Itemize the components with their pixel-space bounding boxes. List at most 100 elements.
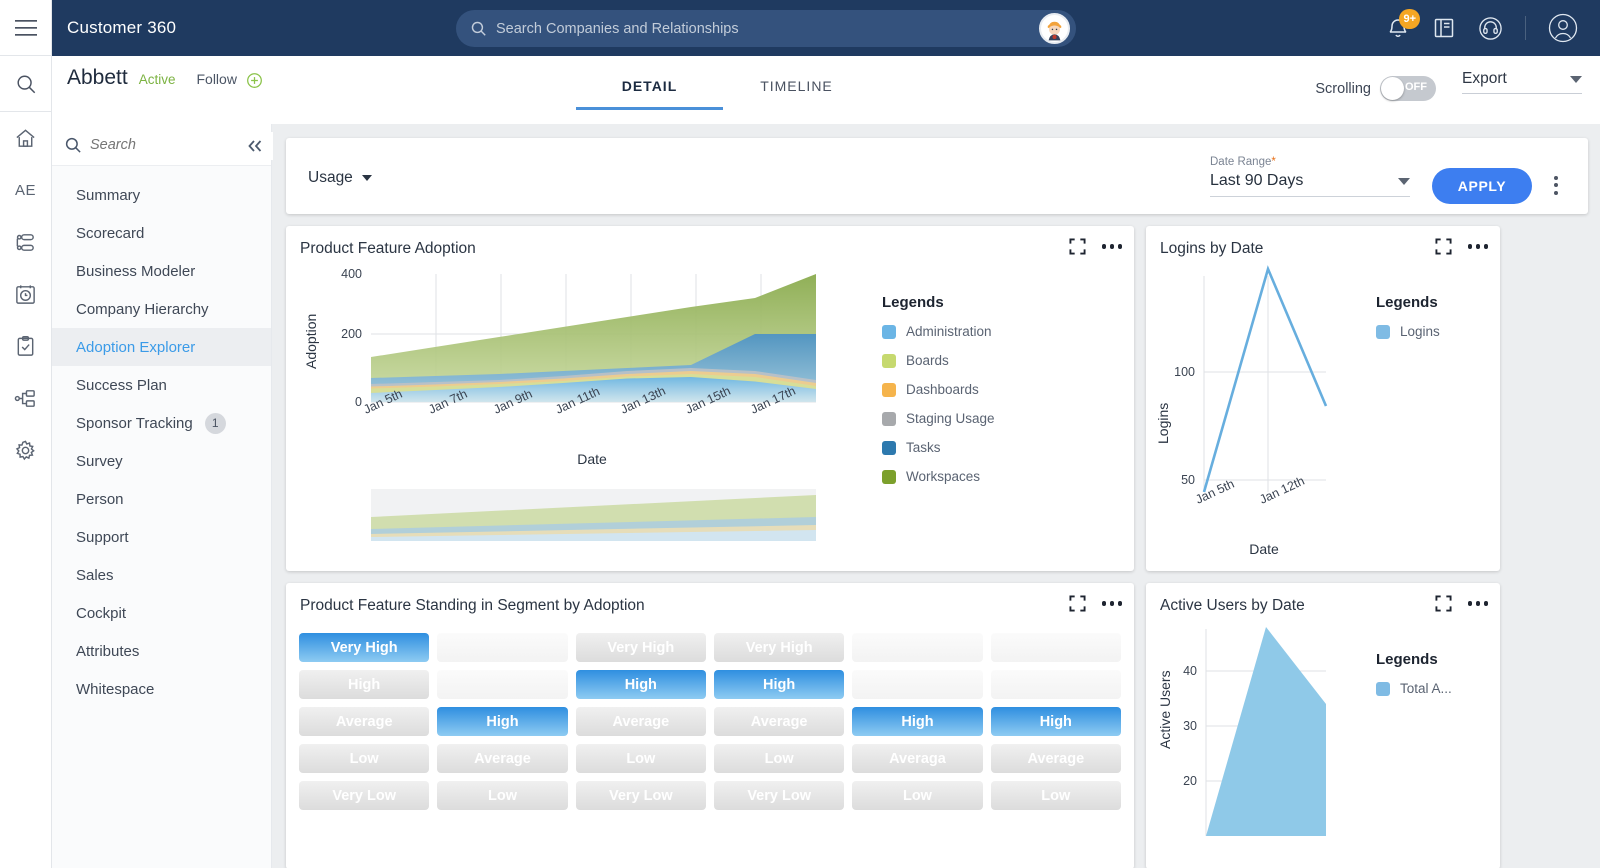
rail-item-sliders[interactable] <box>0 216 51 268</box>
apply-button[interactable]: APPLY <box>1432 168 1532 204</box>
heatmap-cell[interactable]: Average <box>991 744 1121 773</box>
heatmap-cell[interactable]: Average <box>576 707 706 736</box>
headset-icon <box>1478 16 1503 41</box>
sidebar-item-sponsor-tracking[interactable]: Sponsor Tracking 1 <box>52 404 271 442</box>
knowledge-base-button[interactable] <box>1432 16 1456 40</box>
sidebar-item-scorecard[interactable]: Scorecard <box>52 214 271 252</box>
chevron-down-icon <box>1570 76 1582 83</box>
sidebar-item-business-modeler[interactable]: Business Modeler <box>52 252 271 290</box>
heatmap-cell[interactable]: Low <box>991 781 1121 810</box>
legend-item-tasks[interactable]: Tasks <box>882 440 995 455</box>
card-more-menu[interactable] <box>1102 601 1123 606</box>
heatmap-x-label <box>991 814 1121 828</box>
rail-item-ae[interactable]: AE <box>0 164 51 216</box>
heatmap-cell[interactable]: Very Low <box>299 781 429 810</box>
legend-swatch <box>882 383 896 397</box>
hamburger-menu-button[interactable] <box>0 0 51 56</box>
legend-item-administration[interactable]: Administration <box>882 324 995 339</box>
rail-item-hierarchy[interactable] <box>0 372 51 424</box>
sidebar-search[interactable] <box>52 124 271 166</box>
heatmap-cell[interactable]: Very Low <box>714 781 844 810</box>
filter-bar-more-menu[interactable] <box>1546 170 1566 200</box>
tab-timeline[interactable]: TIMELINE <box>723 78 870 110</box>
legend-item-dashboards[interactable]: Dashboards <box>882 382 995 397</box>
heatmap-x-label <box>576 814 706 828</box>
heatmap-cell[interactable]: High <box>299 670 429 699</box>
sidebar-item-adoption-explorer[interactable]: Adoption Explorer <box>52 328 271 366</box>
date-range-label-text: Date Range <box>1210 156 1271 168</box>
x-axis-label: Date <box>1249 541 1279 557</box>
expand-icon[interactable] <box>1069 595 1086 612</box>
search-assistant-avatar[interactable] <box>1039 13 1070 44</box>
heatmap-cell[interactable]: Low <box>576 744 706 773</box>
heatmap-cell[interactable]: High <box>991 707 1121 736</box>
expand-icon[interactable] <box>1435 595 1452 612</box>
collapse-sidebar-button[interactable] <box>237 132 273 160</box>
legend-item-workspaces[interactable]: Workspaces <box>882 469 995 484</box>
notifications-button[interactable]: 9+ <box>1386 16 1410 40</box>
follow-label: Follow <box>196 71 236 87</box>
sidebar-search-input[interactable] <box>90 137 220 153</box>
sidebar-item-whitespace[interactable]: Whitespace <box>52 670 271 708</box>
heatmap-cell[interactable]: High <box>576 670 706 699</box>
card-title: Product Feature Standing in Segment by A… <box>300 597 645 614</box>
heatmap-cell[interactable]: Averaga <box>852 744 982 773</box>
gear-icon <box>14 439 37 462</box>
sidebar-item-success-plan[interactable]: Success Plan <box>52 366 271 404</box>
rail-item-settings[interactable] <box>0 424 51 476</box>
rail-item-tasks[interactable] <box>0 320 51 372</box>
heatmap-cell[interactable]: High <box>437 707 567 736</box>
sidebar-item-summary[interactable]: Summary <box>52 176 271 214</box>
card-more-menu[interactable] <box>1468 244 1489 249</box>
heatmap-cell[interactable]: High <box>714 670 844 699</box>
sidebar-item-cockpit[interactable]: Cockpit <box>52 594 271 632</box>
heatmap-cell[interactable]: Very High <box>576 633 706 662</box>
rail-item-clock[interactable] <box>0 268 51 320</box>
support-button[interactable] <box>1478 16 1503 41</box>
export-dropdown[interactable]: Export <box>1462 70 1582 94</box>
legend-item-total-active-users[interactable]: Total A... <box>1376 681 1452 696</box>
heatmap-cell[interactable]: Average <box>714 707 844 736</box>
heatmap-cell[interactable]: Very High <box>714 633 844 662</box>
sidebar-item-survey[interactable]: Survey <box>52 442 271 480</box>
heatmap-cell[interactable]: Very High <box>299 633 429 662</box>
heatmap-cell[interactable]: Low <box>852 781 982 810</box>
follow-button[interactable]: Follow <box>196 71 262 89</box>
sidebar-item-attributes[interactable]: Attributes <box>52 632 271 670</box>
heatmap-cell[interactable]: Very Low <box>576 781 706 810</box>
sidebar-item-support[interactable]: Support <box>52 518 271 556</box>
legend-item-boards[interactable]: Boards <box>882 353 995 368</box>
sidebar-item-person[interactable]: Person <box>52 480 271 518</box>
toggle-state-label: OFF <box>1405 81 1427 93</box>
legend-item-staging-usage[interactable]: Staging Usage <box>882 411 995 426</box>
heatmap-cell[interactable]: Low <box>299 744 429 773</box>
search-icon <box>470 20 487 37</box>
heatmap-cell[interactable]: Average <box>437 744 567 773</box>
scrolling-toggle[interactable]: OFF <box>1380 76 1436 101</box>
legend-item-logins[interactable]: Logins <box>1376 324 1440 339</box>
global-search-bar[interactable]: Search Companies and Relationships <box>456 10 1076 47</box>
usage-dropdown[interactable]: Usage <box>308 169 372 187</box>
date-range-field[interactable]: Date Range* Last 90 Days <box>1210 156 1410 197</box>
heatmap-cell[interactable]: Low <box>437 781 567 810</box>
sidebar-item-label: Adoption Explorer <box>76 339 195 356</box>
rail-item-home[interactable] <box>0 112 51 164</box>
date-range-label: Date Range* <box>1210 156 1410 168</box>
ytick-50: 50 <box>1181 473 1195 487</box>
tab-detail[interactable]: DETAIL <box>576 78 723 110</box>
ytick-20: 20 <box>1183 774 1197 788</box>
sidebar-item-company-hierarchy[interactable]: Company Hierarchy <box>52 290 271 328</box>
card-more-menu[interactable] <box>1468 601 1489 606</box>
sidebar-item-sales[interactable]: Sales <box>52 556 271 594</box>
expand-icon[interactable] <box>1435 238 1452 255</box>
card-more-menu[interactable] <box>1102 244 1123 249</box>
expand-icon[interactable] <box>1069 238 1086 255</box>
heatmap-cell[interactable]: High <box>852 707 982 736</box>
rail-search-button[interactable] <box>0 56 51 112</box>
heatmap-cell[interactable]: Average <box>299 707 429 736</box>
heatmap-cell <box>991 633 1121 662</box>
heatmap-cell[interactable]: Low <box>714 744 844 773</box>
user-profile-button[interactable] <box>1548 13 1578 43</box>
heatmap-x-label <box>299 814 429 828</box>
app-root: AE <box>0 0 1600 868</box>
